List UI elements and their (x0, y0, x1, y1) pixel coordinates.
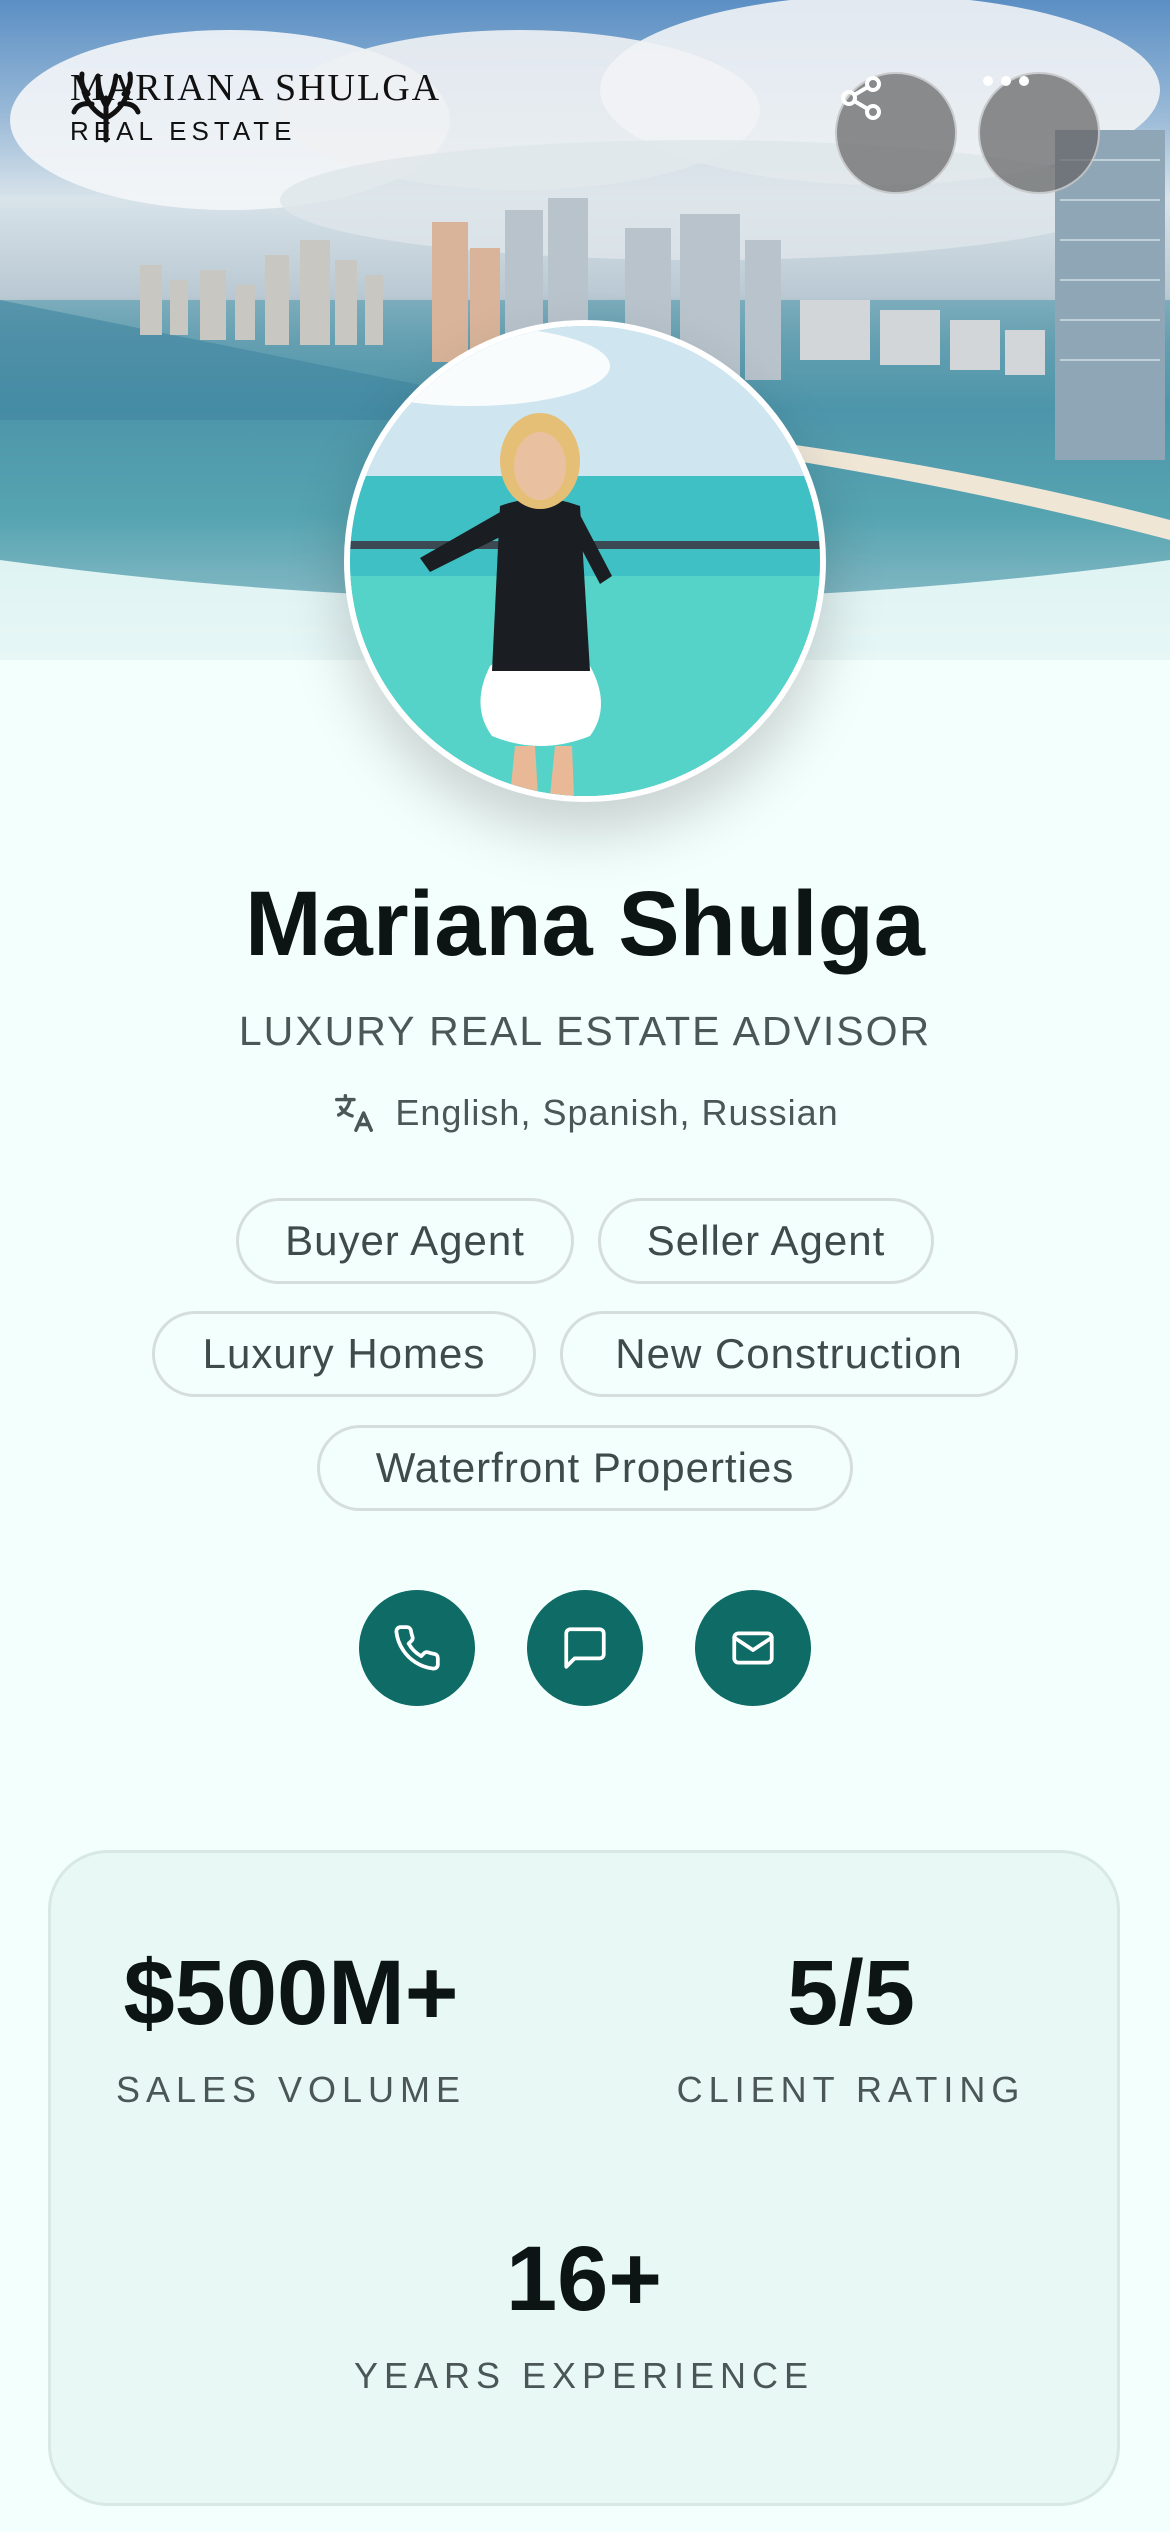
stat-years-experience-value: 16+ (505, 2228, 663, 2330)
share-button[interactable] (835, 72, 957, 194)
mail-icon (732, 1631, 774, 1665)
stat-client-rating-value: 5/5 (787, 1942, 915, 2044)
chip-waterfront-properties[interactable]: Waterfront Properties (317, 1425, 853, 1511)
brand-logo: MARIANA SHULGA REAL ESTATE (70, 68, 441, 147)
chip-seller-agent[interactable]: Seller Agent (598, 1198, 934, 1284)
languages-text: English, Spanish, Russian (395, 1092, 839, 1133)
languages-row: English, Spanish, Russian (0, 1090, 1170, 1136)
phone-icon (394, 1625, 440, 1671)
email-button[interactable] (695, 1590, 811, 1706)
profile-title: LUXURY REAL ESTATE ADVISOR (238, 1008, 932, 1054)
chip-luxury-homes[interactable]: Luxury Homes (152, 1311, 536, 1397)
share-icon (841, 76, 881, 120)
message-icon (564, 1627, 606, 1669)
coral-logo-icon (71, 71, 141, 143)
more-horizontal-icon (983, 76, 1029, 86)
chip-buyer-agent[interactable]: Buyer Agent (236, 1198, 574, 1284)
stat-client-rating-label: CLIENT RATING (676, 2069, 1026, 2110)
stat-sales-volume-label: SALES VOLUME (115, 2069, 467, 2110)
stat-years-experience-label: YEARS EXPERIENCE (353, 2355, 815, 2396)
call-button[interactable] (359, 1590, 475, 1706)
stats-card: $500M+ SALES VOLUME 5/5 CLIENT RATING 16… (48, 1850, 1120, 2506)
message-button[interactable] (527, 1590, 643, 1706)
translate-icon (335, 1094, 374, 1132)
stat-sales-volume-value: $500M+ (123, 1942, 459, 2044)
profile-photo (350, 326, 820, 796)
more-options-button[interactable] (978, 72, 1100, 194)
avatar (344, 320, 826, 802)
profile-name: Mariana Shulga (245, 873, 925, 975)
chip-new-construction[interactable]: New Construction (560, 1311, 1018, 1397)
